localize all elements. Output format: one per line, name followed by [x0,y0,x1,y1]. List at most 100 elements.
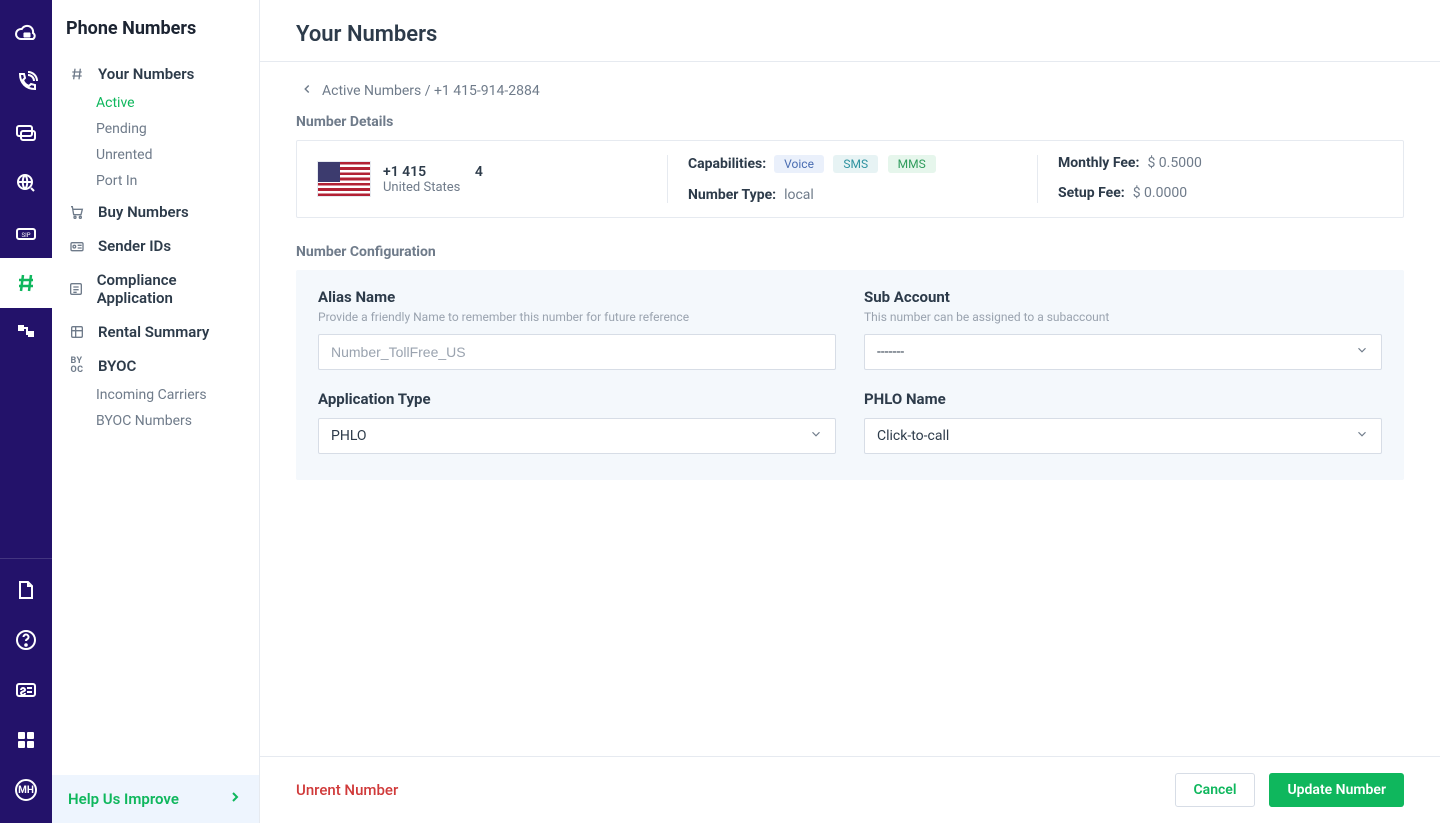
sidebar: Phone Numbers Your Numbers Active Pendin… [52,0,260,823]
rail-logo[interactable] [0,8,52,58]
number-config-card: Alias Name Provide a friendly Name to re… [296,270,1404,480]
nav-compliance[interactable]: Compliance Application [52,263,259,315]
details-number-col: +1 415 4 United States [297,155,667,203]
help-label: Help Us Improve [68,790,179,808]
phlo-name-select[interactable]: Click-to-call [864,418,1382,454]
messages-icon [14,121,38,145]
sidebar-title: Phone Numbers [52,0,259,47]
billing-icon [14,678,38,702]
rail-lookup[interactable] [0,158,52,208]
field-alias: Alias Name Provide a friendly Name to re… [318,288,836,370]
app-type-value: PHLO [331,428,809,444]
nav-sub-byoc-numbers[interactable]: BYOC Numbers [52,409,259,435]
nav-byoc[interactable]: BYOC BYOC [52,349,259,383]
capabilities-label: Capabilities: [688,156,766,172]
main-header: Your Numbers [260,0,1440,62]
rail-docs[interactable] [0,565,52,615]
number-type-value: local [784,187,814,203]
subaccount-label: Sub Account [864,288,1382,306]
rail-voice[interactable] [0,58,52,108]
breadcrumb-text: Active Numbers / +1 415-914-2884 [322,83,540,99]
footer-bar: Unrent Number Cancel Update Number [260,756,1440,823]
help-us-improve[interactable]: Help Us Improve [52,775,259,823]
nav-label: Your Numbers [98,65,194,83]
nav-buy-numbers[interactable]: Buy Numbers [52,195,259,229]
hash-icon [68,65,86,83]
phlo-name-label: PHLO Name [864,390,1382,408]
page-title: Your Numbers [296,22,1404,47]
main: Your Numbers Active Numbers / +1 415-914… [260,0,1440,823]
number-display: +1 415 4 [383,164,483,180]
svg-text:SIP: SIP [22,232,31,239]
hash-icon [14,271,38,295]
nav-rental-summary[interactable]: Rental Summary [52,315,259,349]
nav-label: Compliance Application [97,271,245,307]
rail-billing[interactable] [0,665,52,715]
nav-your-numbers[interactable]: Your Numbers [52,57,259,91]
rail-messaging[interactable] [0,108,52,158]
docs-icon [14,578,38,602]
setup-fee-value: $ 0.0000 [1133,185,1187,201]
breadcrumb[interactable]: Active Numbers / +1 415-914-2884 [300,82,1404,100]
sip-icon: SIP [14,221,38,245]
nav-sub-incoming-carriers[interactable]: Incoming Carriers [52,383,259,409]
field-phlo-name: PHLO Name Click-to-call [864,390,1382,454]
cancel-button[interactable]: Cancel [1175,773,1256,807]
subaccount-value: ------- [877,344,1355,360]
rail-apps[interactable] [0,715,52,765]
rail-phone-numbers[interactable] [0,258,52,308]
compliance-icon [68,280,85,298]
nav-label: BYOC [98,357,136,375]
cloud-grid-icon [14,21,38,45]
nav-sender-ids[interactable]: Sender IDs [52,229,259,263]
flow-icon [14,321,38,345]
section-title-config: Number Configuration [296,244,1404,260]
monthly-fee-value: $ 0.5000 [1147,155,1201,171]
apps-grid-icon [14,728,38,752]
chevron-right-icon [227,789,243,809]
app-type-label: Application Type [318,390,836,408]
subaccount-help: This number can be assigned to a subacco… [864,310,1382,324]
rail-sip[interactable]: SIP [0,208,52,258]
nav-label: Sender IDs [98,237,171,255]
section-title-details: Number Details [296,114,1404,130]
chevron-left-icon [300,82,314,100]
chevron-down-icon [1355,427,1369,445]
sender-id-icon [68,237,86,255]
update-number-button[interactable]: Update Number [1269,773,1404,807]
rail-help[interactable] [0,615,52,665]
setup-fee-label: Setup Fee: [1058,185,1125,201]
number-type-label: Number Type: [688,187,776,203]
capability-sms: SMS [833,155,878,173]
cart-icon [68,203,86,221]
unrent-number-link[interactable]: Unrent Number [296,781,398,799]
rail-phlo[interactable] [0,308,52,358]
field-subaccount: Sub Account This number can be assigned … [864,288,1382,370]
subaccount-select[interactable]: ------- [864,334,1382,370]
nav-sub-pending[interactable]: Pending [52,117,259,143]
alias-help: Provide a friendly Name to remember this… [318,310,836,324]
app-type-select[interactable]: PHLO [318,418,836,454]
nav-sub-unrented[interactable]: Unrented [52,143,259,169]
sidebar-nav: Your Numbers Active Pending Unrented Por… [52,47,259,775]
field-app-type: Application Type PHLO [318,390,836,454]
nav-label: Rental Summary [98,323,209,341]
capability-mms: MMS [888,155,936,173]
chevron-down-icon [809,427,823,445]
byoc-icon: BYOC [68,357,86,375]
number-country: United States [383,180,483,195]
phlo-name-value: Click-to-call [877,428,1355,444]
capability-voice: Voice [774,155,824,173]
phone-icon [14,71,38,95]
nav-sub-active[interactable]: Active [52,91,259,117]
monthly-fee-label: Monthly Fee: [1058,155,1139,171]
alias-input[interactable] [318,334,836,370]
chevron-down-icon [1355,343,1369,361]
rail-account[interactable]: MH [0,765,52,815]
details-fees-col: Monthly Fee: $ 0.5000 Setup Fee: $ 0.000… [1037,155,1403,203]
nav-sub-portin[interactable]: Port In [52,169,259,195]
help-icon [14,628,38,652]
icon-rail: SIP MH [0,0,52,823]
content: Active Numbers / +1 415-914-2884 Number … [260,62,1440,756]
flag-us-icon [317,161,371,197]
